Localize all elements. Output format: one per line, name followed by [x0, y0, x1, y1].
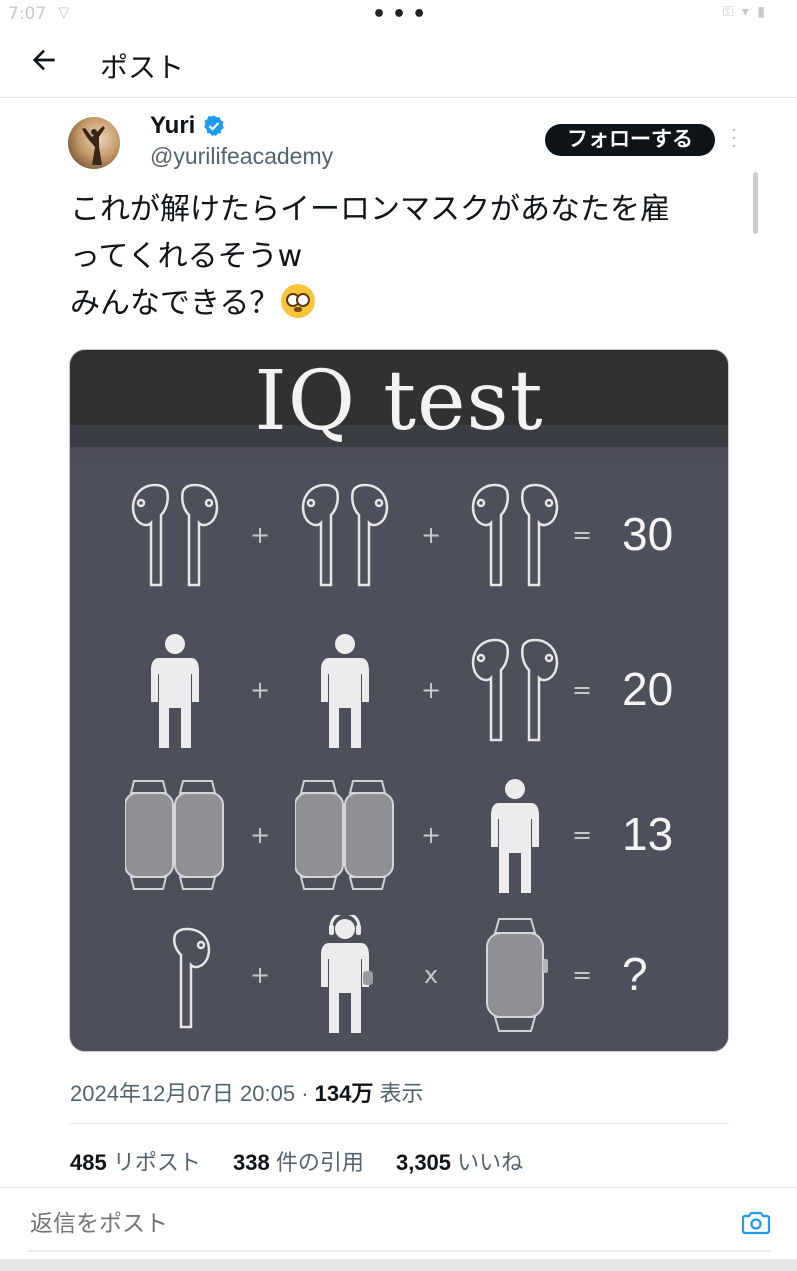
quotes-label: 件の引用 [275, 1150, 364, 1175]
likes-stat[interactable]: 3,305 いいね [396, 1145, 523, 1177]
operator-symbol: + [420, 676, 442, 704]
back-arrow-icon [32, 49, 55, 71]
scrollbar[interactable] [753, 172, 758, 234]
single-airpod-icon [125, 915, 225, 1035]
equation-row: + + = 30 [70, 475, 728, 595]
flushed-face-emoji-icon [281, 284, 316, 318]
person-icon [125, 630, 225, 750]
status-icons: ⚿ ▾ ▮ [722, 4, 767, 20]
quotes-stat[interactable]: 338 件の引用 [233, 1145, 364, 1177]
tweet-line-last: みんなできる？ [70, 280, 720, 327]
quotes-count: 338 [232, 1150, 270, 1175]
reposts-label: リポスト [112, 1150, 201, 1175]
equation-result: ? [622, 948, 648, 1000]
operator-symbol: = [571, 961, 593, 989]
operator-symbol: + [249, 521, 271, 549]
post-meta: 2024年12月07日 20:05 · 134万 表示 [70, 1076, 424, 1108]
watch-icon [465, 915, 565, 1035]
views-count: 134万 [314, 1081, 374, 1106]
author-name[interactable]: Yuri [150, 112, 195, 140]
page-title: ポスト [100, 51, 185, 84]
airpods-icon [465, 630, 565, 750]
bottom-nav-strip [0, 1259, 797, 1271]
more-options-icon[interactable]: · · · [729, 122, 739, 156]
likes-label: いいね [457, 1150, 524, 1175]
equation-row: + + = 13 [70, 775, 728, 895]
tweet-image[interactable]: IQ test + + = 30 + + = 20 + + = 13 + x =… [69, 349, 729, 1052]
reposts-stat[interactable]: 485 リポスト [70, 1145, 201, 1177]
avatar-image [82, 126, 105, 165]
equation-result: 30 [622, 508, 674, 560]
operator-symbol: = [571, 821, 593, 849]
meta-separator: · [301, 1081, 309, 1106]
reply-composer [28, 1196, 770, 1252]
views-label: 表示 [379, 1081, 424, 1106]
post-timestamp[interactable]: 2024年12月07日 20:05 [70, 1081, 295, 1106]
engagement-stats: 485 リポスト 338 件の引用 3,305 いいね [70, 1145, 549, 1177]
equation-row: + x =? [70, 911, 728, 1035]
avatar[interactable] [68, 117, 120, 169]
operator-symbol: + [249, 961, 271, 989]
follow-button[interactable]: フォローする [545, 124, 715, 156]
reposts-count: 485 [70, 1150, 107, 1175]
operator-symbol: = [571, 521, 593, 549]
operator-symbol: + [420, 521, 442, 549]
tweet-line: これが解けたらイーロンマスクがあなたを雇 [70, 192, 670, 227]
watch-pair-icon [124, 775, 225, 895]
back-button[interactable] [28, 44, 64, 80]
tweet-line-text: みんなできる？ [70, 286, 280, 321]
likes-count: 3,305 [395, 1150, 452, 1175]
operator-symbol: = [571, 676, 593, 704]
status-bar: 7:07 ▽ ••• ⚿ ▾ ▮ [0, 0, 797, 30]
tweet-text: これが解けたらイーロンマスクがあなたを雇 ってくれるそうw みんなできる？ [70, 186, 720, 327]
divider [69, 1123, 729, 1124]
operator-symbol: + [249, 821, 271, 849]
camera-cutout-dots: ••• [372, 2, 433, 27]
equation-row: + + = 20 [70, 630, 728, 750]
person-icon [295, 630, 395, 750]
author-handle[interactable]: @yurilifeacademy [150, 143, 333, 170]
equation-result: 13 [622, 808, 674, 860]
watch-pair-icon [294, 775, 395, 895]
reply-input[interactable] [30, 1210, 690, 1237]
divider [0, 1187, 797, 1188]
top-header: ポスト [0, 30, 797, 98]
airpods-icon [125, 475, 225, 595]
tweet-line: ってくれるそうw [70, 239, 303, 274]
wifi-icon: ▽ [58, 3, 70, 21]
image-title: IQ test [254, 354, 544, 449]
operator-symbol: + [420, 821, 442, 849]
airpods-icon [295, 475, 395, 595]
verified-badge-icon [204, 115, 224, 136]
operator-symbol: + [249, 676, 271, 704]
equation-result: 20 [622, 663, 674, 715]
status-time: 7:07 [8, 4, 47, 24]
person-icon [465, 775, 565, 895]
airpods-icon [465, 475, 565, 595]
camera-icon[interactable] [742, 1210, 770, 1236]
person-with-headphones-icon [295, 911, 395, 1035]
operator-symbol: x [423, 961, 439, 989]
